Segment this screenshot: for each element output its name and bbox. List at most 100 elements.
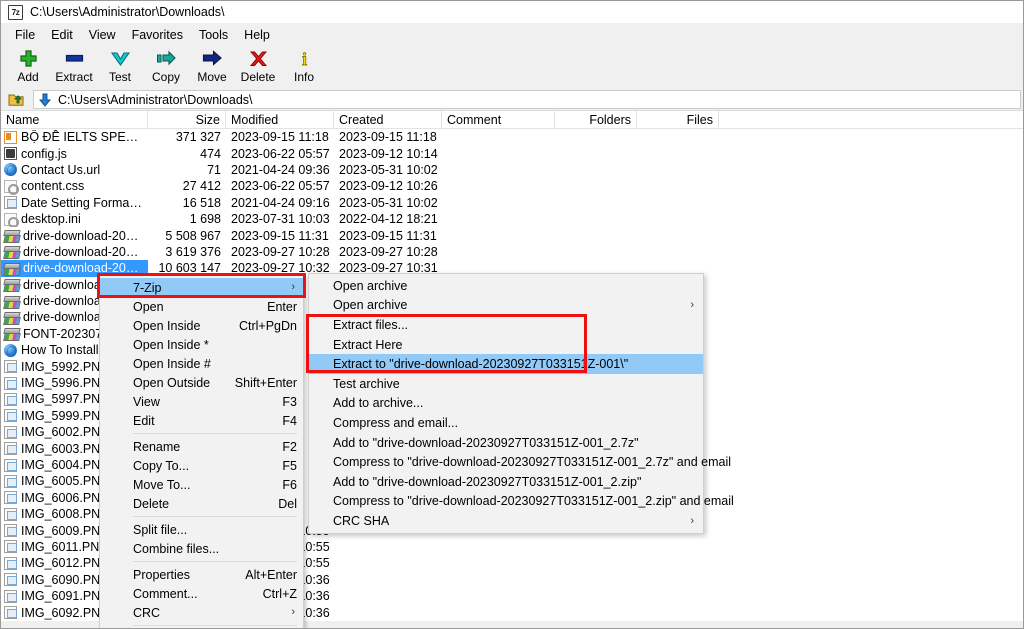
menu-separator: [133, 625, 297, 626]
column-header-size[interactable]: Size: [148, 111, 226, 128]
cell-comment: [442, 555, 555, 571]
context-menu-item-accelerator: Ctrl+Z: [262, 586, 297, 601]
submenu-item-6[interactable]: Add to archive...: [309, 394, 703, 414]
cell-comment: [442, 227, 555, 243]
table-row[interactable]: BỘ ĐỀ IELTS SPEAKING ... 371 327 2023-09-1…: [1, 129, 1023, 145]
file-name-label: IMG_6009.PNG: [21, 523, 110, 538]
submenu-item-3[interactable]: Extract Here: [309, 335, 703, 355]
file-name-label: desktop.ini: [21, 212, 81, 227]
context-menu-item-move-to[interactable]: Move To... F6: [100, 475, 303, 494]
table-row[interactable]: Date Setting Format.png 16 518 2021-04-24 …: [1, 195, 1023, 211]
submenu-item-10[interactable]: Add to "drive-download-20230927T033151Z-…: [309, 472, 703, 492]
column-header-comment[interactable]: Comment: [442, 111, 555, 128]
submenu-item-1[interactable]: Open archive ›: [309, 296, 703, 316]
cell-size: 27 412: [182, 179, 221, 194]
column-header-files[interactable]: Files: [637, 111, 719, 128]
cell-files: [637, 129, 719, 145]
menu-edit[interactable]: Edit: [43, 26, 81, 44]
address-bar: C:\Users\Administrator\Downloads\: [1, 89, 1023, 110]
file-name-label: IMG_5992.PNG: [21, 359, 110, 374]
context-menu-item-rename[interactable]: Rename F2: [100, 437, 303, 456]
cell-files: [637, 227, 719, 243]
toolbar-test-button[interactable]: Test: [97, 46, 143, 84]
submenu-item-4[interactable]: Extract to "drive-download-20230927T0331…: [309, 354, 703, 374]
menu-view[interactable]: View: [81, 26, 124, 44]
submenu-item-5[interactable]: Test archive: [309, 374, 703, 394]
table-row[interactable]: Contact Us.url 71 2021-04-24 09:36 2023-05-…: [1, 162, 1023, 178]
submenu-item-11[interactable]: Compress to "drive-download-20230927T033…: [309, 492, 734, 512]
title-bar: 7z C:\Users\Administrator\Downloads\: [1, 1, 1023, 24]
cell-modified: 2023-09-27 10:28: [231, 244, 330, 259]
table-row[interactable]: drive-download-202309... 3 619 376 2023-09…: [1, 244, 1023, 260]
context-menu-item-view[interactable]: View F3: [100, 392, 303, 411]
context-menu-item-copy-to[interactable]: Copy To... F5: [100, 456, 303, 475]
context-menu-item-label: Open Inside *: [133, 337, 209, 352]
submenu-item-7[interactable]: Compress and email...: [309, 413, 703, 433]
context-menu-item-combine-files[interactable]: Combine files...: [100, 539, 303, 558]
context-menu-item-accelerator: Enter: [267, 299, 297, 314]
table-row[interactable]: drive-download-202309... 5 508 967 2023-09…: [1, 227, 1023, 243]
toolbar-move-button[interactable]: Move: [189, 46, 235, 84]
menu-tools[interactable]: Tools: [191, 26, 236, 44]
submenu-item-8[interactable]: Add to "drive-download-20230927T033151Z-…: [309, 433, 703, 453]
context-menu-item-open-outside[interactable]: Open Outside Shift+Enter: [100, 373, 303, 392]
context-menu-item-edit[interactable]: Edit F4: [100, 411, 303, 430]
context-menu-item-label: Open: [133, 299, 164, 314]
file-name-label: IMG_6012.PNG: [21, 556, 110, 571]
column-header-name[interactable]: Name: [1, 111, 148, 128]
toolbar-delete-button[interactable]: Delete: [235, 46, 281, 84]
table-row[interactable]: content.css 27 412 2023-06-22 05:57 2023-09…: [1, 178, 1023, 195]
context-menu-item-open-inside[interactable]: Open Inside Ctrl+PgDn: [100, 316, 303, 335]
menu-favorites[interactable]: Favorites: [124, 26, 191, 44]
cell-folders: [555, 227, 637, 243]
toolbar-copy-button[interactable]: Copy: [143, 46, 189, 84]
context-menu-item-open-inside[interactable]: Open Inside *: [100, 335, 303, 354]
submenu-item-0[interactable]: Open archive: [309, 276, 703, 296]
cell-folders: [555, 588, 637, 604]
cell-comment: [442, 539, 555, 555]
cell-name: BỘ ĐỀ IELTS SPEAKING ...: [1, 129, 148, 145]
toolbar-extract-button[interactable]: Extract: [51, 46, 97, 84]
context-menu-item-properties[interactable]: Properties Alt+Enter: [100, 565, 303, 584]
column-header-created[interactable]: Created: [334, 111, 442, 128]
list-header: Name Size Modified Created Comment Folde…: [1, 111, 1023, 129]
context-menu-item-comment[interactable]: Comment... Ctrl+Z: [100, 584, 303, 603]
context-menu-item-accelerator: Ctrl+PgDn: [238, 318, 297, 333]
menu-help[interactable]: Help: [236, 26, 278, 44]
table-row[interactable]: config.js 474 2023-06-22 05:57 2023-09-12 1…: [1, 145, 1023, 161]
file-name-label: IMG_6090.PNG: [21, 572, 110, 587]
png-file-icon: [4, 196, 17, 210]
toolbar: Add Extract Test Copy Move Delete i Info: [1, 45, 1023, 89]
path-combobox[interactable]: C:\Users\Administrator\Downloads\: [33, 90, 1021, 109]
table-row[interactable]: desktop.ini 1 698 2023-07-31 10:03 2022-04-…: [1, 211, 1023, 228]
toolbar-add-button[interactable]: Add: [5, 46, 51, 84]
context-menu-item-open-inside[interactable]: Open Inside #: [100, 354, 303, 373]
info-icon: i: [294, 48, 315, 70]
archive-file-icon: [4, 262, 19, 275]
context-menu-item-accelerator: Shift+Enter: [234, 375, 297, 390]
cell-created: [334, 539, 442, 555]
ini-file-icon: [4, 212, 19, 228]
cell-folders: [555, 555, 637, 571]
context-menu-item-delete[interactable]: Delete Del: [100, 494, 303, 513]
column-header-folders[interactable]: Folders: [555, 111, 637, 128]
context-menu-item-split-file[interactable]: Split file...: [100, 520, 303, 539]
png-file-icon: [4, 376, 17, 390]
context-menu-item-open[interactable]: Open Enter: [100, 297, 303, 316]
toolbar-info-button[interactable]: i Info: [281, 46, 327, 84]
submenu-item-2[interactable]: Extract files...: [309, 315, 703, 335]
column-header-modified[interactable]: Modified: [226, 111, 334, 128]
cell-files: [637, 195, 719, 211]
cell-comment: [442, 211, 555, 227]
context-menu-item-7-zip[interactable]: 7-Zip ›: [100, 278, 303, 297]
menu-file[interactable]: File: [7, 26, 43, 44]
folder-up-icon[interactable]: [5, 90, 27, 109]
submenu-item-9[interactable]: Compress to "drive-download-20230927T033…: [309, 452, 731, 472]
cell-files: [637, 539, 719, 555]
context-menu-item-crc[interactable]: CRC ›: [100, 603, 303, 622]
submenu-item-12[interactable]: CRC SHA ›: [309, 511, 703, 531]
submenu-item-label: Add to archive...: [333, 396, 424, 411]
png-file-icon: [4, 507, 17, 521]
file-name-label: drive-download-202309...: [23, 261, 143, 276]
context-menu-item-label: Copy To...: [133, 458, 190, 473]
